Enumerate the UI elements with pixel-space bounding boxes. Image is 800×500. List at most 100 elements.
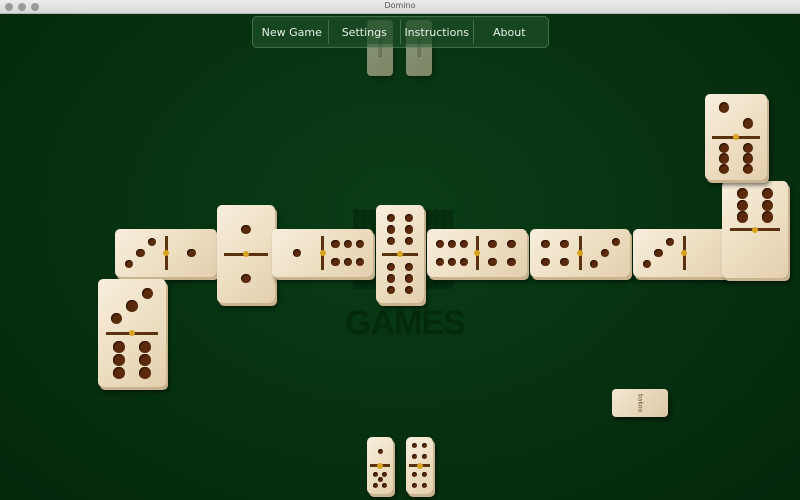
- pip: [560, 258, 569, 267]
- center-stud: [752, 226, 758, 233]
- pip: [136, 248, 145, 258]
- pip: [742, 118, 754, 129]
- pip: [405, 274, 414, 283]
- board-tile[interactable]: [98, 279, 166, 387]
- pip: [386, 237, 395, 246]
- pip: [612, 237, 621, 247]
- pip: [113, 367, 125, 379]
- new-game-button[interactable]: New Game: [256, 20, 329, 44]
- pip: [331, 239, 340, 248]
- pip: [187, 248, 196, 258]
- pip: [386, 262, 395, 271]
- pip: [372, 482, 378, 488]
- board-tile[interactable]: [722, 181, 788, 278]
- settings-button[interactable]: Settings: [328, 20, 401, 44]
- instructions-button[interactable]: Instructions: [401, 20, 474, 44]
- pip: [241, 273, 251, 284]
- pip: [435, 258, 444, 267]
- pip: [422, 471, 428, 477]
- pip: [343, 258, 352, 267]
- pip: [411, 482, 417, 488]
- pip: [736, 199, 749, 211]
- pip: [447, 239, 457, 248]
- board-tile[interactable]: [705, 94, 767, 180]
- pip: [718, 163, 730, 175]
- pip: [411, 471, 417, 477]
- pip: [124, 259, 133, 269]
- board-tile[interactable]: [272, 229, 373, 277]
- pip: [761, 211, 774, 223]
- pip: [642, 259, 651, 269]
- pip: [460, 258, 469, 267]
- pip: [666, 237, 675, 247]
- pip: [405, 237, 414, 246]
- pip: [355, 239, 365, 248]
- main-menu: New Game Settings Instructions About: [252, 16, 549, 48]
- center-stud: [377, 462, 383, 469]
- center-stud: [416, 462, 423, 469]
- pip: [126, 300, 138, 312]
- logo-text: GAMES: [345, 304, 466, 342]
- board-tile[interactable]: [427, 229, 527, 277]
- pip: [110, 312, 123, 325]
- pip: [600, 248, 610, 258]
- center-stud: [577, 250, 583, 256]
- center-stud: [474, 250, 480, 256]
- pip: [139, 354, 151, 366]
- pip: [589, 259, 598, 269]
- pip: [447, 258, 457, 267]
- board-tile[interactable]: [115, 229, 217, 277]
- pip: [293, 248, 302, 258]
- center-stud: [163, 250, 169, 256]
- pip: [761, 199, 774, 211]
- pip: [405, 213, 414, 222]
- pip: [742, 153, 754, 164]
- pip: [372, 471, 378, 477]
- pip: [113, 341, 125, 353]
- pip: [405, 262, 414, 271]
- pip: [718, 102, 730, 113]
- center-stud: [733, 134, 739, 140]
- pip: [139, 367, 151, 379]
- center-stud: [129, 330, 135, 336]
- pip: [654, 248, 663, 258]
- pip: [139, 341, 151, 353]
- pip: [405, 286, 414, 295]
- window-title: Domino: [384, 1, 416, 10]
- pip: [736, 187, 749, 200]
- pip: [382, 471, 388, 477]
- pip: [507, 239, 516, 248]
- pip: [736, 211, 749, 223]
- pip: [718, 153, 730, 164]
- pip: [405, 225, 414, 234]
- pip: [386, 286, 395, 295]
- player-hand-tile[interactable]: [406, 437, 433, 494]
- pip: [488, 239, 497, 248]
- pip: [541, 239, 550, 248]
- pip: [411, 454, 417, 460]
- pip: [377, 448, 383, 454]
- pip: [742, 163, 754, 175]
- board-tile[interactable]: [633, 229, 735, 277]
- center-stud: [681, 250, 687, 256]
- board-tile[interactable]: [530, 229, 630, 277]
- pip: [141, 287, 154, 300]
- about-button[interactable]: About: [473, 20, 545, 44]
- brand-mark: bakoo: [636, 393, 644, 413]
- player-hand-tile[interactable]: [367, 437, 393, 494]
- center-stud: [397, 251, 403, 257]
- pip: [382, 482, 388, 488]
- pip: [460, 239, 469, 248]
- pip: [541, 258, 550, 267]
- pip: [435, 239, 444, 248]
- pip: [113, 354, 125, 366]
- pip: [148, 237, 157, 247]
- pip: [718, 142, 730, 154]
- boneyard-tile[interactable]: bakoo: [612, 389, 668, 417]
- board-tile[interactable]: [217, 205, 275, 303]
- pip: [422, 454, 428, 460]
- pip: [386, 225, 395, 234]
- pip: [331, 258, 340, 267]
- pip: [343, 239, 352, 248]
- board-tile[interactable]: [376, 205, 424, 303]
